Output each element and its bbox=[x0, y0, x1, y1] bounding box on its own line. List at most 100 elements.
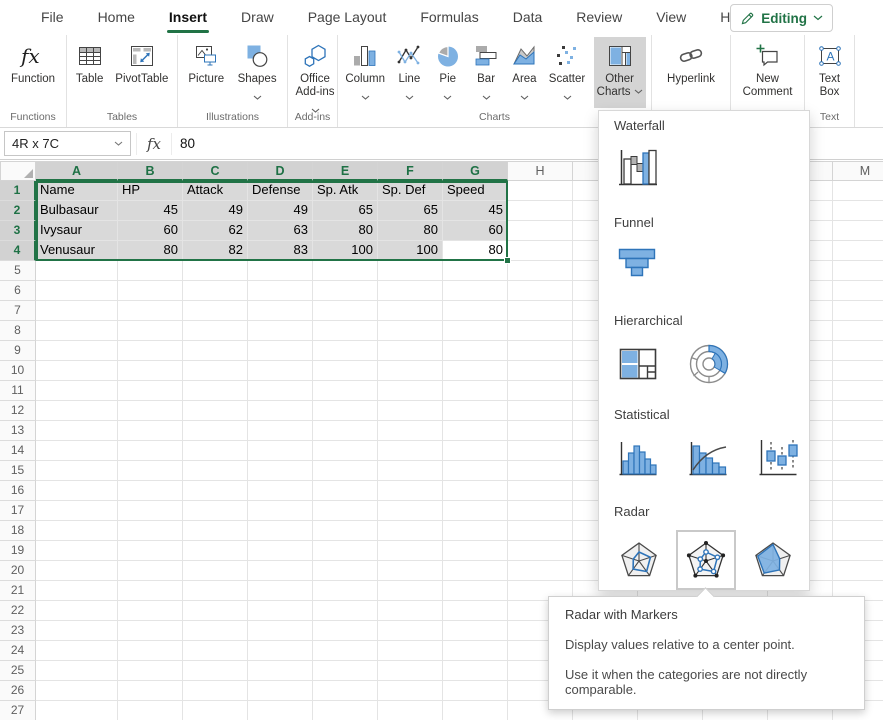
cell-C15[interactable] bbox=[183, 461, 248, 481]
cell-A6[interactable] bbox=[36, 281, 118, 301]
cell-D2[interactable]: 49 bbox=[248, 201, 313, 221]
cell-B6[interactable] bbox=[118, 281, 183, 301]
cell-F4[interactable]: 100 bbox=[378, 241, 443, 261]
cell-C16[interactable] bbox=[183, 481, 248, 501]
cell-B8[interactable] bbox=[118, 321, 183, 341]
cell-M3[interactable] bbox=[833, 221, 883, 241]
cell-B12[interactable] bbox=[118, 401, 183, 421]
cell-A3[interactable]: Ivysaur bbox=[36, 221, 118, 241]
cell-B22[interactable] bbox=[118, 601, 183, 621]
cell-D24[interactable] bbox=[248, 641, 313, 661]
cell-F25[interactable] bbox=[378, 661, 443, 681]
cell-F16[interactable] bbox=[378, 481, 443, 501]
cell-F10[interactable] bbox=[378, 361, 443, 381]
row-header-25[interactable]: 25 bbox=[0, 661, 36, 681]
cell-G22[interactable] bbox=[443, 601, 508, 621]
cell-D26[interactable] bbox=[248, 681, 313, 701]
menu-tab-page-layout[interactable]: Page Layout bbox=[291, 0, 404, 35]
cell-B18[interactable] bbox=[118, 521, 183, 541]
cell-M2[interactable] bbox=[833, 201, 883, 221]
table-button[interactable]: Table bbox=[74, 37, 106, 108]
row-header-11[interactable]: 11 bbox=[0, 381, 36, 401]
cell-H13[interactable] bbox=[508, 421, 573, 441]
cell-C23[interactable] bbox=[183, 621, 248, 641]
cell-D5[interactable] bbox=[248, 261, 313, 281]
cell-H9[interactable] bbox=[508, 341, 573, 361]
cell-D3[interactable]: 63 bbox=[248, 221, 313, 241]
office-add-ins-button[interactable]: Office Add-ins bbox=[289, 37, 341, 108]
scatter-button[interactable]: Scatter bbox=[547, 37, 587, 108]
cell-G14[interactable] bbox=[443, 441, 508, 461]
cell-H2[interactable] bbox=[508, 201, 573, 221]
cell-C19[interactable] bbox=[183, 541, 248, 561]
cell-G12[interactable] bbox=[443, 401, 508, 421]
cell-C14[interactable] bbox=[183, 441, 248, 461]
row-header-6[interactable]: 6 bbox=[0, 281, 36, 301]
row-header-22[interactable]: 22 bbox=[0, 601, 36, 621]
cell-D19[interactable] bbox=[248, 541, 313, 561]
cell-D15[interactable] bbox=[248, 461, 313, 481]
cell-M9[interactable] bbox=[833, 341, 883, 361]
cell-E20[interactable] bbox=[313, 561, 378, 581]
cell-E25[interactable] bbox=[313, 661, 378, 681]
column-header-g[interactable]: G bbox=[443, 161, 508, 181]
cell-E6[interactable] bbox=[313, 281, 378, 301]
cell-M7[interactable] bbox=[833, 301, 883, 321]
cell-B15[interactable] bbox=[118, 461, 183, 481]
cell-E12[interactable] bbox=[313, 401, 378, 421]
bar-button[interactable]: Bar bbox=[470, 37, 502, 108]
chart-type-pareto[interactable] bbox=[684, 434, 732, 482]
cell-H14[interactable] bbox=[508, 441, 573, 461]
cell-B21[interactable] bbox=[118, 581, 183, 601]
cell-A18[interactable] bbox=[36, 521, 118, 541]
cell-C4[interactable]: 82 bbox=[183, 241, 248, 261]
chart-type-treemap[interactable] bbox=[614, 340, 662, 388]
cell-A21[interactable] bbox=[36, 581, 118, 601]
cell-A4[interactable]: Venusaur bbox=[36, 241, 118, 261]
menu-tab-formulas[interactable]: Formulas bbox=[403, 0, 495, 35]
cell-B13[interactable] bbox=[118, 421, 183, 441]
cell-B27[interactable] bbox=[118, 701, 183, 720]
cell-H8[interactable] bbox=[508, 321, 573, 341]
cell-F24[interactable] bbox=[378, 641, 443, 661]
cell-A12[interactable] bbox=[36, 401, 118, 421]
cell-C7[interactable] bbox=[183, 301, 248, 321]
cell-E3[interactable]: 80 bbox=[313, 221, 378, 241]
cell-F15[interactable] bbox=[378, 461, 443, 481]
menu-tab-review[interactable]: Review bbox=[559, 0, 639, 35]
row-header-12[interactable]: 12 bbox=[0, 401, 36, 421]
cell-A11[interactable] bbox=[36, 381, 118, 401]
name-box[interactable]: 4R x 7C bbox=[4, 131, 131, 156]
cell-H18[interactable] bbox=[508, 521, 573, 541]
cell-C21[interactable] bbox=[183, 581, 248, 601]
cell-B2[interactable]: 45 bbox=[118, 201, 183, 221]
cell-B10[interactable] bbox=[118, 361, 183, 381]
cell-A14[interactable] bbox=[36, 441, 118, 461]
row-header-19[interactable]: 19 bbox=[0, 541, 36, 561]
chart-type-radar[interactable] bbox=[614, 535, 664, 585]
line-button[interactable]: Line bbox=[393, 37, 425, 108]
cell-C20[interactable] bbox=[183, 561, 248, 581]
cell-A26[interactable] bbox=[36, 681, 118, 701]
cell-F23[interactable] bbox=[378, 621, 443, 641]
cell-D18[interactable] bbox=[248, 521, 313, 541]
cell-C27[interactable] bbox=[183, 701, 248, 720]
cell-F12[interactable] bbox=[378, 401, 443, 421]
row-header-27[interactable]: 27 bbox=[0, 701, 36, 720]
menu-tab-view[interactable]: View bbox=[639, 0, 703, 35]
chart-type-filled-radar[interactable] bbox=[748, 535, 798, 585]
chart-type-waterfall[interactable] bbox=[614, 144, 662, 192]
cell-A5[interactable] bbox=[36, 261, 118, 281]
cell-A15[interactable] bbox=[36, 461, 118, 481]
editing-mode-button[interactable]: Editing bbox=[730, 4, 833, 32]
cell-M8[interactable] bbox=[833, 321, 883, 341]
cell-E11[interactable] bbox=[313, 381, 378, 401]
cell-G6[interactable] bbox=[443, 281, 508, 301]
cell-G18[interactable] bbox=[443, 521, 508, 541]
cell-D14[interactable] bbox=[248, 441, 313, 461]
cell-M15[interactable] bbox=[833, 461, 883, 481]
cell-G21[interactable] bbox=[443, 581, 508, 601]
cell-F9[interactable] bbox=[378, 341, 443, 361]
cell-G26[interactable] bbox=[443, 681, 508, 701]
cell-E1[interactable]: Sp. Atk bbox=[313, 181, 378, 201]
